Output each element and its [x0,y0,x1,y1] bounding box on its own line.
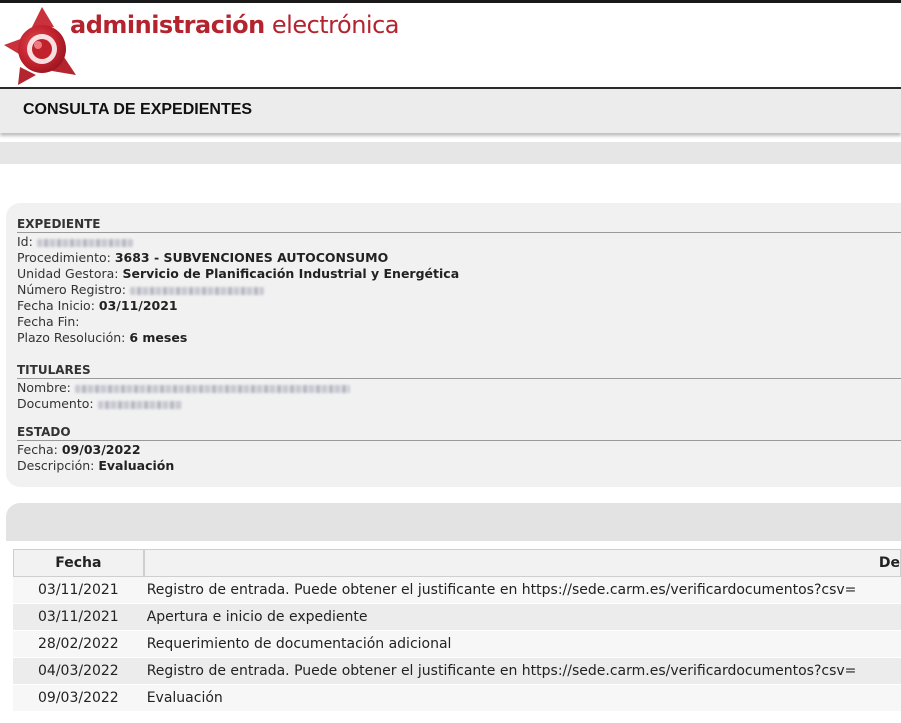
titulares-section-title: TITULARES [17,363,901,379]
row-description: Registro de entrada. Puede obtener el ju… [143,577,901,604]
redacted-id [36,238,133,247]
fecha-fin-row: Fecha Fin: [17,314,80,329]
estado-fecha-value: 09/03/2022 [61,442,141,457]
expediente-panel: EXPEDIENTE Id: Procedimiento: 3683 - SUB… [6,203,901,487]
descripcion-row: Descripción: Evaluación [17,458,174,473]
brand-title: administración electrónica [70,11,400,39]
row-description: Evaluación [143,685,901,712]
unidad-value: Servicio de Planificación Industrial y E… [122,266,460,281]
row-description: Requerimiento de documentación adicional [143,631,901,658]
row-description: Apertura e inicio de expediente [143,604,901,631]
procedimiento-row: Procedimiento: 3683 - SUBVENCIONES AUTOC… [17,250,388,265]
fecha-fin-label: Fecha Fin: [17,314,80,329]
id-row: Id: [17,234,133,249]
administracion-electronica-logo [4,7,76,85]
row-date: 03/11/2021 [13,577,144,604]
estado-section-title: ESTADO [17,425,901,441]
plazo-value: 6 meses [129,330,188,345]
page-title: CONSULTA DE EXPEDIENTES [23,101,253,118]
estado-fecha-label: Fecha: [17,442,58,457]
table-row: 03/11/2021 Apertura e inicio de expedien… [13,604,901,631]
row-date: 28/02/2022 [13,631,144,658]
id-label: Id: [17,234,33,249]
row-date: 04/03/2022 [13,658,144,685]
fecha-inicio-row: Fecha Inicio: 03/11/2021 [17,298,178,313]
fecha-inicio-label: Fecha Inicio: [17,298,95,313]
column-header-fecha[interactable]: Fecha [13,549,144,577]
site-header: administración electrónica [0,3,901,88]
row-description: Registro de entrada. Puede obtener el ju… [143,658,901,685]
row-date: 09/03/2022 [13,685,144,712]
table-row: 04/03/2022 Registro de entrada. Puede ob… [13,658,901,685]
brand-bold: administración [70,11,265,39]
registro-row: Número Registro: [17,282,264,297]
sub-bar [0,142,901,164]
row-date: 03/11/2021 [13,604,144,631]
registro-label: Número Registro: [17,282,126,297]
history-header-row: Fecha De [13,549,901,577]
table-row: 03/11/2021 Registro de entrada. Puede ob… [13,577,901,604]
redacted-documento [97,400,182,409]
descripcion-label: Descripción: [17,458,95,473]
unidad-row: Unidad Gestora: Servicio de Planificació… [17,266,459,281]
descripcion-value: Evaluación [98,458,175,473]
nombre-row: Nombre: [17,380,350,395]
history-panel-header [6,503,901,541]
history-table: Fecha De 03/11/2021 Registro de entrada.… [13,549,901,712]
redacted-registro [129,286,264,295]
procedimiento-value: 3683 - SUBVENCIONES AUTOCONSUMO [114,250,389,265]
unidad-label: Unidad Gestora: [17,266,119,281]
documento-row: Documento: [17,396,182,411]
column-header-descripcion[interactable]: De [143,549,901,577]
table-row: 09/03/2022 Evaluación [13,685,901,712]
plazo-label: Plazo Resolución: [17,330,126,345]
documento-label: Documento: [17,396,94,411]
estado-fecha-row: Fecha: 09/03/2022 [17,442,141,457]
procedimiento-label: Procedimiento: [17,250,111,265]
brand-light: electrónica [264,11,400,39]
plazo-row: Plazo Resolución: 6 meses [17,330,187,345]
fecha-inicio-value: 03/11/2021 [98,298,178,313]
redacted-nombre [74,384,350,393]
nombre-label: Nombre: [17,380,71,395]
page-title-bar: CONSULTA DE EXPEDIENTES [0,87,901,133]
table-row: 28/02/2022 Requerimiento de documentació… [13,631,901,658]
expediente-section-title: EXPEDIENTE [17,217,901,233]
